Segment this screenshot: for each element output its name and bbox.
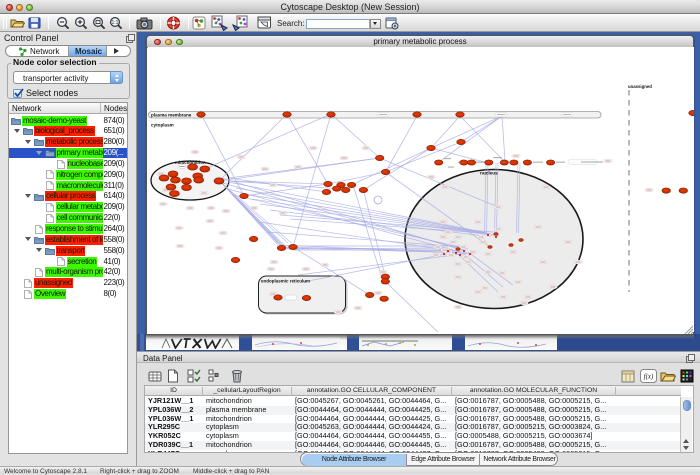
svg-text:unassigned: unassigned — [628, 84, 652, 89]
svg-text:mitochondrion: mitochondrion — [175, 160, 206, 165]
svg-text:plasma membrane: plasma membrane — [151, 113, 192, 118]
svg-text:1:1: 1:1 — [112, 20, 119, 26]
svg-text:nucleus: nucleus — [480, 171, 498, 176]
svg-text:f(x): f(x) — [644, 373, 654, 381]
svg-text:endoplasmic reticulum: endoplasmic reticulum — [261, 279, 310, 284]
svg-text:cytoplasm: cytoplasm — [151, 123, 174, 128]
